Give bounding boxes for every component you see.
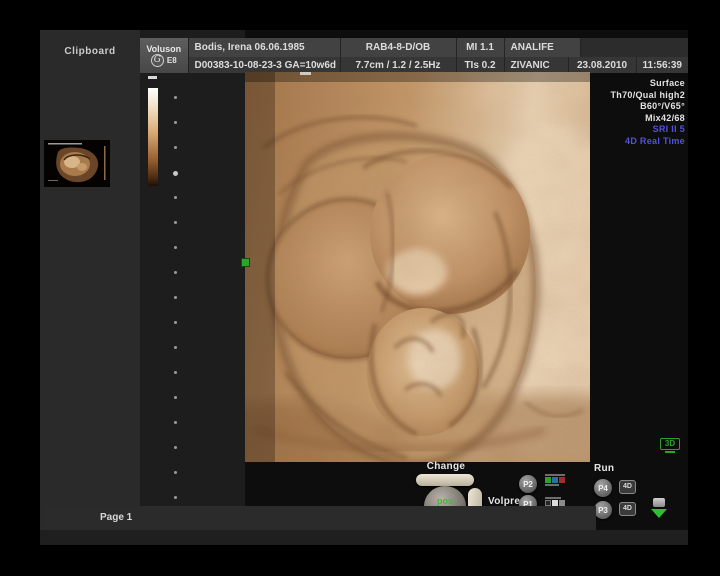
param-render-mode: Surface [575,78,685,90]
depth-tick [173,171,178,176]
clipboard-sidebar [40,30,140,545]
depth-tick [174,96,177,99]
exam-id: D00383-10-08-23-3 GA=10w6d [189,57,341,73]
exam-time: 11:56:39 [637,57,688,73]
acquisition-parameters: Surface Th70/Qual high2 B60°/V65° Mix42/… [575,78,685,147]
status-header: Voluson G E8 Bodis, Irena 06.06.1985 RAB… [140,38,688,73]
main-panel: Clipboard Voluson G E8 [40,30,688,545]
roi-marker-icon [241,258,250,267]
param-threshold-quality: Th70/Qual high2 [575,90,685,102]
patient-name: Bodis, Irena 06.06.1985 [189,38,341,57]
depth-tick [174,146,177,149]
operator-label: ZIVANIC [505,57,569,73]
param-volume-angles: B60°/V65° [575,101,685,113]
depth-tick [174,196,177,199]
ultrasound-render[interactable] [245,72,590,462]
fetus-3d-image [245,72,590,462]
export-save-icon[interactable] [650,498,668,524]
depth-tick [174,321,177,324]
depth-tick [174,446,177,449]
p3-button[interactable]: P3 [594,501,612,519]
depth-freq: 7.7cm / 1.2 / 2.5Hz [341,57,457,73]
change-label: Change [415,461,477,472]
model-label: E8 [167,56,177,65]
header-filler [581,38,688,57]
depth-tick [174,371,177,374]
ultrasound-screen: Clipboard Voluson G E8 [0,0,720,576]
knob-pos-label: pos [437,497,453,506]
param-mix: Mix42/68 [575,113,685,125]
bw-printer-indicator-icon [545,497,565,506]
depth-tick [174,396,177,399]
image-top-marker [300,72,311,75]
depth-tick [174,221,177,224]
p3-4d-tag[interactable]: 4D [619,502,636,516]
p4-button[interactable]: P4 [594,479,612,497]
clipboard-title: Clipboard [54,46,126,57]
page-indicator: Page 1 [100,512,132,523]
brand-label: Voluson [146,44,181,54]
depth-tick [174,346,177,349]
p4-4d-tag[interactable]: 4D [619,480,636,494]
depth-tick [174,496,177,499]
depth-tick [174,471,177,474]
depth-tick [174,271,177,274]
depth-tick [174,421,177,424]
depth-tick [174,121,177,124]
thumbnail-image [44,140,110,187]
p2-button[interactable]: P2 [519,475,537,493]
depth-tick [174,296,177,299]
3d-orientation-icon: 3D [660,438,680,454]
graybar-marker [148,76,157,79]
brand-cell: Voluson G E8 [140,38,189,73]
bottom-strip [40,530,688,545]
param-4d-mode: 4D Real Time [575,136,685,148]
param-sri: SRI II 5 [575,124,685,136]
facility-label: ANALIFE [505,38,581,57]
change-button[interactable] [416,474,474,486]
color-printer-indicator-icon [545,474,565,486]
tis-value: TIs 0.2 [457,57,505,73]
ge-logo-icon: G [151,54,164,67]
run-label: Run [594,463,614,474]
mi-value: MI 1.1 [457,38,505,57]
grayscale-bar [148,88,158,186]
exam-date: 23.08.2010 [569,57,637,73]
depth-tick [174,246,177,249]
clipboard-thumbnail[interactable] [44,140,110,187]
probe-label: RAB4-8-D/OB [341,38,457,57]
